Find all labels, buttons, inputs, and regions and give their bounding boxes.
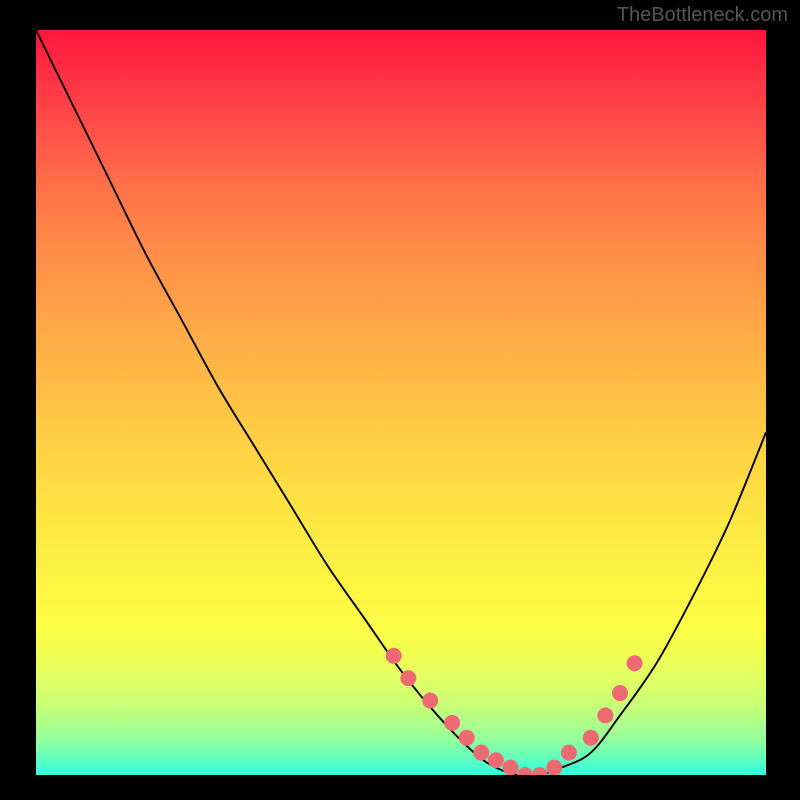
curve-marker-dot bbox=[444, 715, 460, 731]
curve-marker-dot bbox=[612, 685, 628, 701]
curve-marker-dot bbox=[488, 752, 504, 768]
curve-marker-dot bbox=[517, 767, 533, 775]
curve-marker-dot bbox=[532, 767, 548, 775]
chart-overlay-svg bbox=[36, 30, 766, 775]
curve-marker-dot bbox=[503, 760, 519, 775]
curve-marker-dot bbox=[459, 730, 475, 746]
curve-marker-dot bbox=[583, 730, 599, 746]
bottleneck-curve bbox=[36, 30, 766, 775]
curve-marker-dot bbox=[561, 745, 577, 761]
curve-marker-dot bbox=[627, 655, 643, 671]
curve-marker-dot bbox=[546, 760, 562, 775]
curve-marker-dot bbox=[597, 707, 613, 723]
curve-markers bbox=[386, 648, 643, 775]
chart-plot-area bbox=[36, 30, 766, 775]
curve-marker-dot bbox=[386, 648, 402, 664]
curve-marker-dot bbox=[400, 670, 416, 686]
curve-marker-dot bbox=[473, 745, 489, 761]
curve-marker-dot bbox=[422, 693, 438, 709]
attribution-text: TheBottleneck.com bbox=[617, 4, 788, 27]
